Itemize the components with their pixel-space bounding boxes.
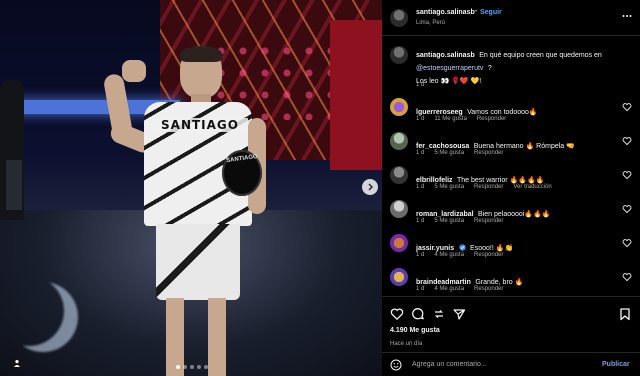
comment-item: roman_lardizabal Bien pelaooooi🔥🔥🔥 1 d 5… bbox=[382, 200, 640, 234]
tag-icon bbox=[14, 360, 20, 367]
post-photo[interactable]: SANTIAGO SANTIAGO bbox=[0, 0, 382, 376]
comment-likes[interactable]: 5 Me gusta bbox=[434, 218, 464, 224]
post-actions: 4.190 Me gusta Hace un día Agrega un com… bbox=[382, 296, 640, 376]
comment-item: fer_cachosousa Buena hermano 🔥 Rómpela 🤜… bbox=[382, 132, 640, 166]
comment-likes[interactable]: 4 Me gusta bbox=[434, 252, 464, 258]
post-author-username[interactable]: santiago.salinasb bbox=[416, 9, 475, 16]
publish-button[interactable]: Publicar bbox=[602, 361, 630, 368]
avatar[interactable] bbox=[390, 98, 408, 116]
comment-item: elbrillofeliz The best warrior 🔥🔥🔥🔥 1 d … bbox=[382, 166, 640, 200]
carousel-dot bbox=[204, 365, 208, 369]
shirt-text: SANTIAGO bbox=[152, 118, 248, 132]
share-icon[interactable] bbox=[452, 307, 466, 321]
red-led-panel bbox=[330, 20, 382, 170]
comment-username[interactable]: braindeadmartin bbox=[416, 279, 471, 286]
carousel-indicator bbox=[176, 365, 208, 369]
athlete-shorts bbox=[156, 224, 240, 300]
comment-likes[interactable]: 5 Me gusta bbox=[434, 184, 464, 190]
avatar[interactable] bbox=[390, 166, 408, 184]
post-location[interactable]: Lima, Perú bbox=[416, 20, 445, 26]
caption-text: En qué equipo creen que quedemos en bbox=[479, 52, 602, 59]
avatar[interactable] bbox=[390, 46, 408, 64]
avatar[interactable] bbox=[390, 132, 408, 150]
next-photo-button[interactable] bbox=[362, 179, 378, 195]
emoji-icon[interactable] bbox=[390, 359, 402, 371]
reply-button[interactable]: Responder bbox=[474, 184, 503, 190]
heart-icon[interactable] bbox=[622, 204, 632, 214]
carousel-dot bbox=[176, 365, 180, 369]
comment-likes[interactable]: 11 Me gusta bbox=[434, 116, 467, 122]
heart-icon[interactable] bbox=[622, 102, 632, 112]
caption-username[interactable]: santiago.salinasb bbox=[416, 52, 475, 59]
athlete-head bbox=[180, 46, 222, 98]
more-icon[interactable] bbox=[622, 14, 632, 18]
carousel-dot bbox=[183, 365, 187, 369]
heart-icon[interactable] bbox=[622, 170, 632, 180]
reply-button[interactable]: Responder bbox=[474, 150, 503, 156]
post-header: santiago.salinasb • Seguir Lima, Perú bbox=[382, 0, 640, 36]
follow-button[interactable]: Seguir bbox=[480, 9, 502, 16]
heart-icon[interactable] bbox=[622, 238, 632, 248]
carousel-dot bbox=[190, 365, 194, 369]
reply-button[interactable]: Responder bbox=[474, 218, 503, 224]
reply-button[interactable]: Responder bbox=[477, 116, 506, 122]
comment-text: Vamos con todoooo🔥 bbox=[467, 109, 538, 116]
heart-icon[interactable] bbox=[622, 272, 632, 282]
repost-icon[interactable] bbox=[432, 307, 446, 321]
comment-item: jassir.yunis Esooo!! 🔥👏 1 d 4 Me gusta R… bbox=[382, 234, 640, 268]
avatar[interactable] bbox=[390, 234, 408, 252]
next-arrow-icon bbox=[368, 183, 373, 191]
post-timestamp: Hace un día bbox=[390, 341, 423, 347]
comment-icon[interactable] bbox=[411, 307, 425, 321]
heart-icon[interactable] bbox=[622, 136, 632, 146]
comment-text: Grande, bro 🔥 bbox=[475, 279, 524, 286]
comment-username[interactable]: jassir.yunis bbox=[416, 245, 454, 252]
comment-likes[interactable]: 5 Me gusta bbox=[434, 150, 464, 156]
caption-mention-link[interactable]: @estoesguerraperutv bbox=[416, 65, 483, 72]
comment-text: Esooo!! 🔥👏 bbox=[470, 245, 514, 252]
comment-likes[interactable]: 4 Me gusta bbox=[434, 286, 464, 292]
reply-button[interactable]: Responder bbox=[474, 252, 503, 258]
save-icon[interactable] bbox=[618, 307, 632, 321]
comment-username[interactable]: lguerreroseeg bbox=[416, 109, 463, 116]
carousel-dot bbox=[197, 365, 201, 369]
heart-icon[interactable] bbox=[390, 307, 404, 321]
avatar[interactable] bbox=[390, 200, 408, 218]
see-translation-button[interactable]: Ver traducción bbox=[513, 184, 551, 190]
background-person bbox=[0, 80, 24, 220]
moon-reflection bbox=[8, 282, 78, 352]
comment-text: Buena hermano 🔥 Rómpela 🤜 bbox=[473, 143, 575, 150]
verified-badge-icon bbox=[458, 244, 466, 251]
comment-username[interactable]: roman_lardizabal bbox=[416, 211, 474, 218]
caption-second-line: Los leo 👀 🌹❤️ 💛! bbox=[416, 78, 482, 85]
athlete-figure: SANTIAGO SANTIAGO bbox=[100, 40, 280, 376]
comment-item: lguerreroseeg Vamos con todoooo🔥 1 d 11 … bbox=[382, 98, 640, 132]
avatar[interactable] bbox=[390, 9, 408, 27]
tagged-users-button[interactable] bbox=[10, 356, 24, 370]
like-count[interactable]: 4.190 Me gusta bbox=[390, 327, 440, 334]
post-side-panel: santiago.salinasb • Seguir Lima, Perú sa… bbox=[382, 0, 640, 376]
comment-text: The best warrior 🔥🔥🔥🔥 bbox=[457, 177, 545, 184]
comment-input[interactable]: Agrega un comentario... bbox=[412, 361, 487, 368]
comment-username[interactable]: fer_cachosousa bbox=[416, 143, 469, 150]
comment-username[interactable]: elbrillofeliz bbox=[416, 177, 453, 184]
comment-text: Bien pelaooooi🔥🔥🔥 bbox=[478, 211, 551, 218]
comment-input-bar: Agrega un comentario... Publicar bbox=[382, 352, 640, 376]
caption-age: 1 d bbox=[416, 82, 425, 88]
post-caption: santiago.salinasb En qué equipo creen qu… bbox=[382, 44, 640, 92]
reply-button[interactable]: Responder bbox=[474, 286, 503, 292]
avatar[interactable] bbox=[390, 268, 408, 286]
